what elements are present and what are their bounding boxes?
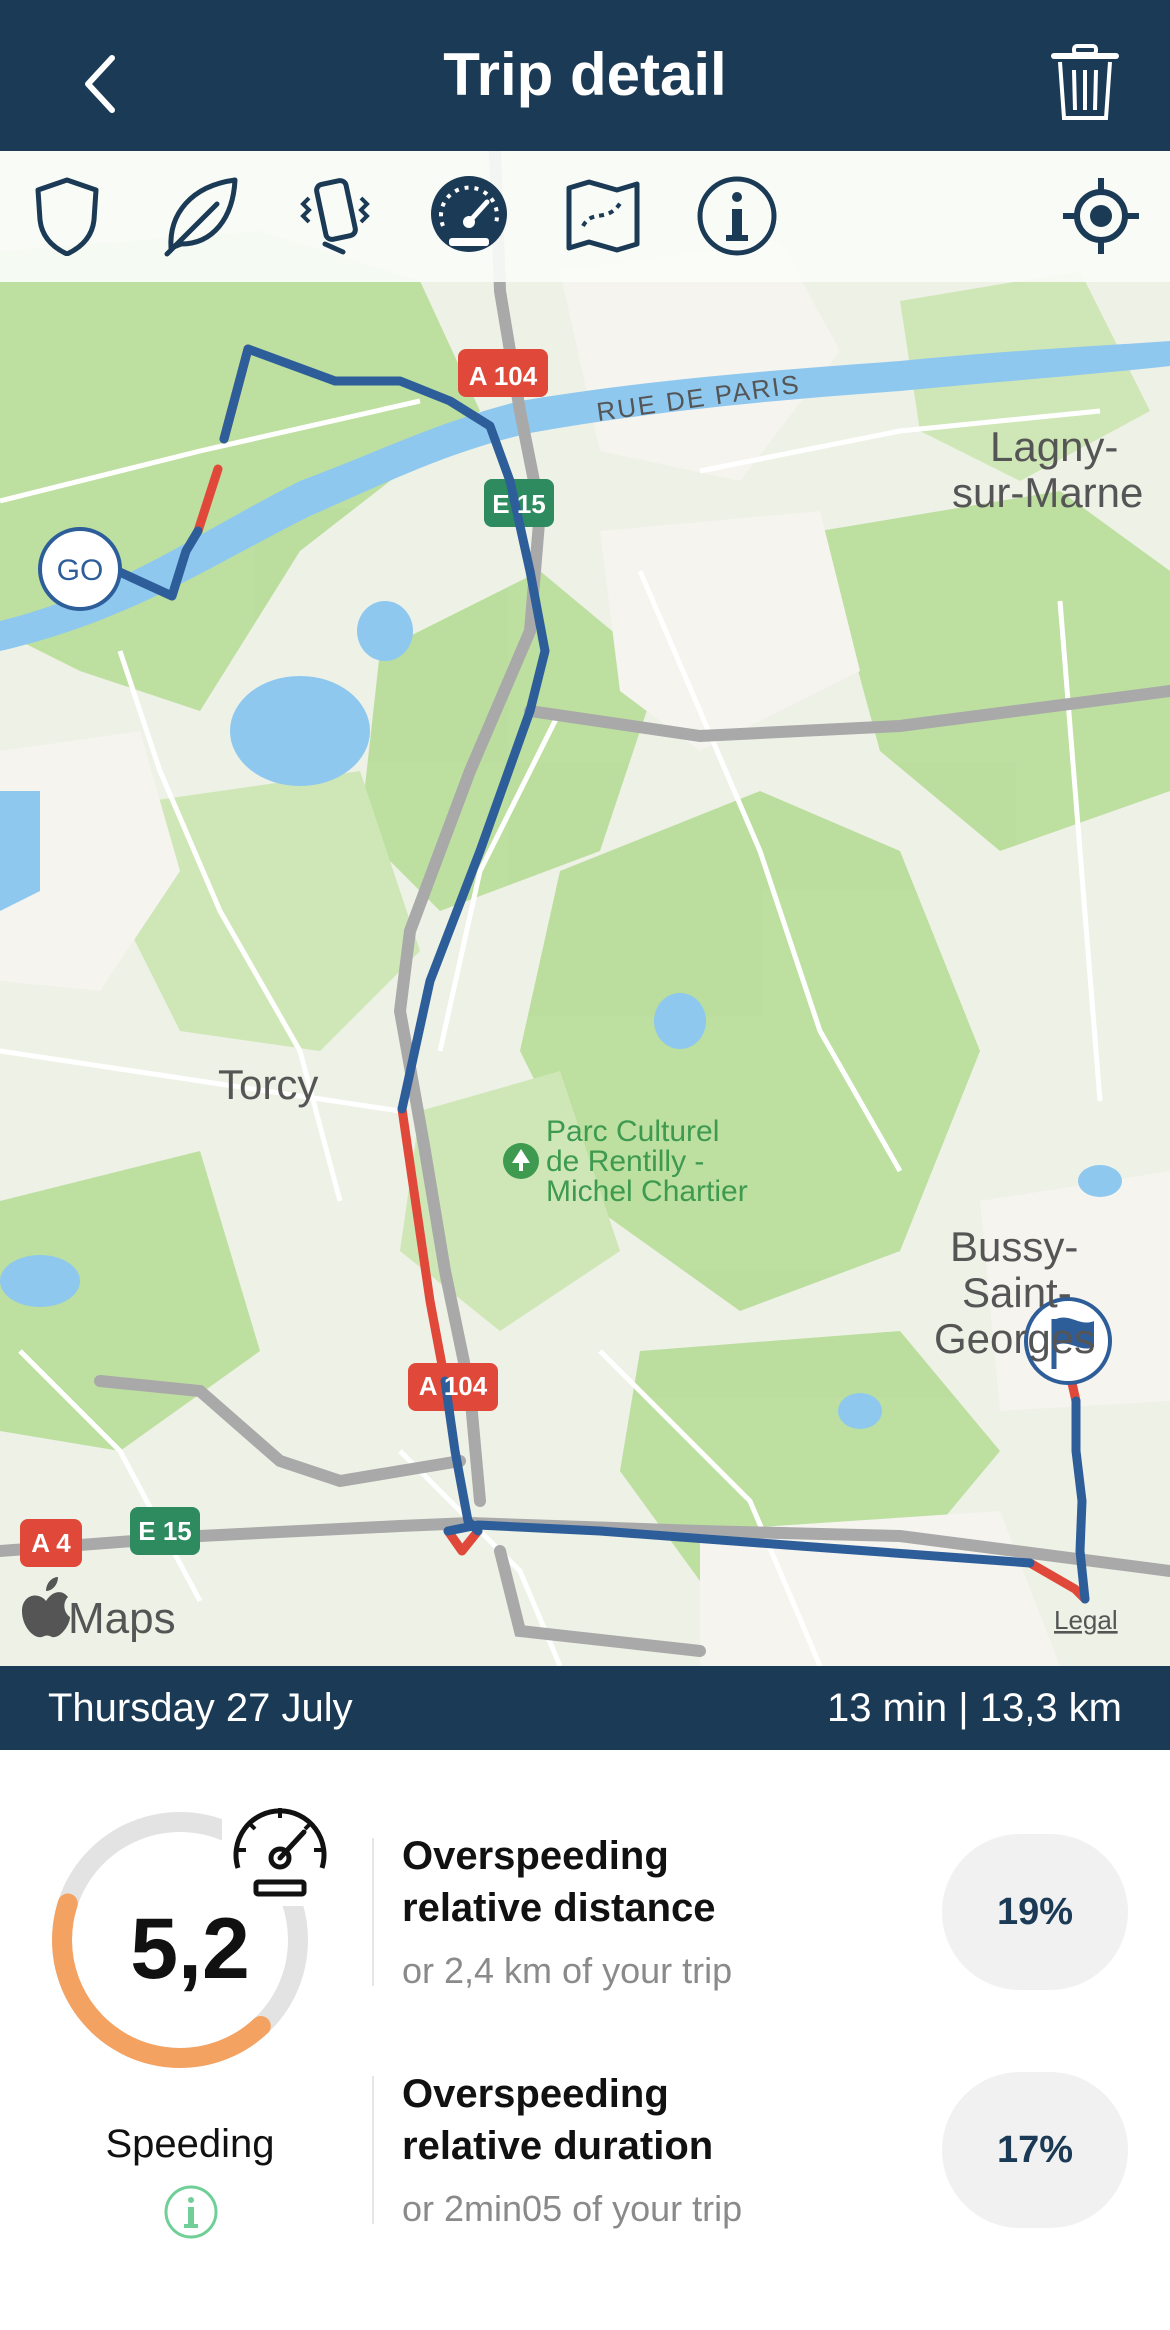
label-parc-2: de Rentilly -	[546, 1145, 704, 1178]
locate-target-icon[interactable]	[1056, 171, 1146, 261]
speeding-score: 5,2	[130, 1901, 250, 1997]
maps-brand: Maps	[68, 1594, 176, 1643]
label-e15-top: E 15	[492, 489, 546, 519]
folded-map-icon[interactable]	[558, 171, 648, 261]
info-icon[interactable]	[692, 171, 782, 261]
divider	[372, 1838, 374, 1986]
shield-icon[interactable]	[22, 171, 112, 261]
info-icon[interactable]	[163, 2184, 219, 2240]
label-a104-top: A 104	[469, 361, 538, 391]
metric-distance-value: 19%	[942, 1834, 1128, 1990]
speedometer-icon[interactable]	[424, 171, 514, 261]
metric-distance-title: Overspeeding relative distance	[402, 1830, 922, 1934]
label-lagny-2: sur-Marne	[952, 469, 1143, 516]
label-bussy-2: Saint-	[962, 1269, 1072, 1316]
page-title: Trip detail	[443, 41, 727, 108]
label-bussy-3: Georges	[934, 1315, 1095, 1362]
metric-duration-title-line1: Overspeeding	[402, 2072, 669, 2116]
divider	[372, 2076, 374, 2224]
metric-duration-title: Overspeeding relative duration	[402, 2068, 922, 2172]
label-a104-bottom: A 104	[419, 1371, 488, 1401]
trip-summary: 13 min | 13,3 km	[827, 1686, 1122, 1730]
label-e15-bottom: E 15	[138, 1516, 192, 1546]
metric-distance-title-line1: Overspeeding	[402, 1834, 669, 1878]
speeding-label: Speeding	[105, 2122, 275, 2166]
label-parc-3: Michel Chartier	[546, 1175, 748, 1208]
label-parc-1: Parc Culturel	[546, 1115, 719, 1148]
metric-distance-title-line2: relative distance	[402, 1886, 716, 1930]
label-lagny-1: Lagny-	[990, 423, 1118, 470]
label-bussy-1: Bussy-	[950, 1223, 1078, 1270]
metric-distance-sub: or 2,4 km of your trip	[402, 1950, 733, 1991]
trip-info-bar: Thursday 27 July 13 min | 13,3 km	[0, 1666, 1170, 1750]
speedometer-icon	[233, 1808, 327, 1897]
trash-icon[interactable]	[1050, 42, 1120, 122]
label-go: GO	[57, 554, 104, 587]
speeding-panel: 5,2 Speeding Overspeeding relative dista…	[0, 1750, 1170, 2330]
gauge-icon-bg	[222, 1794, 338, 1906]
metric-duration-value: 17%	[942, 2072, 1128, 2228]
metric-duration-sub: or 2min05 of your trip	[402, 2188, 743, 2229]
legal-link[interactable]: Legal	[1054, 1605, 1118, 1635]
trip-toolbar	[0, 151, 1170, 282]
park-pin-icon	[503, 1143, 539, 1179]
label-a4: A 4	[31, 1528, 71, 1558]
phone-vibrate-icon[interactable]	[290, 171, 380, 261]
app-header: Trip detail	[0, 0, 1170, 151]
label-torcy: Torcy	[218, 1061, 318, 1108]
map-canvas: A 104 E 15 RUE DE PARIS Lagny- sur-Marne…	[0, 151, 1170, 1666]
metric-duration-title-line2: relative duration	[402, 2124, 714, 2168]
trip-date: Thursday 27 July	[48, 1686, 353, 1730]
leaf-icon[interactable]	[156, 171, 246, 261]
trip-map[interactable]: A 104 E 15 RUE DE PARIS Lagny- sur-Marne…	[0, 151, 1170, 1666]
